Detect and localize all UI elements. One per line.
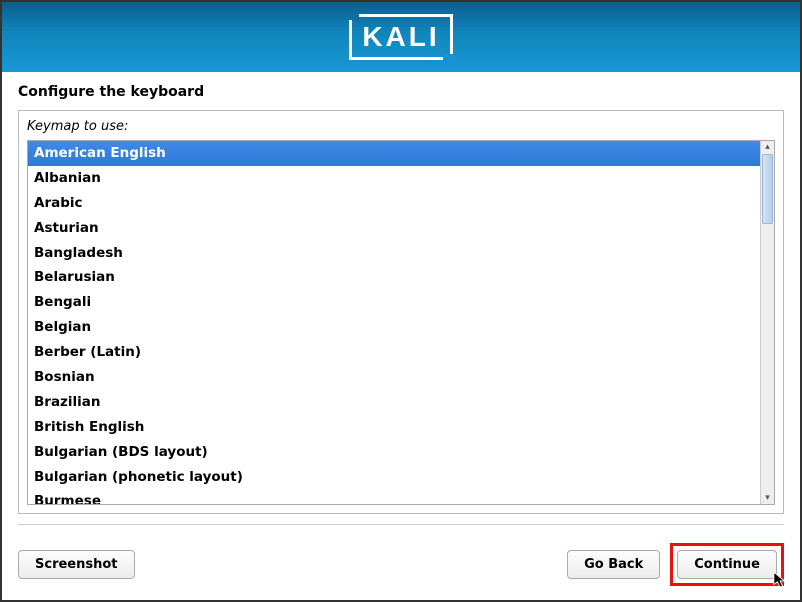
keymap-option[interactable]: Bosnian [28, 365, 760, 390]
scrollbar-thumb[interactable] [762, 154, 773, 224]
keymap-option[interactable]: Albanian [28, 166, 760, 191]
keymap-label: Keymap to use: [27, 119, 775, 134]
kali-logo: KALI [349, 14, 452, 60]
keymap-option[interactable]: Berber (Latin) [28, 340, 760, 365]
keymap-option[interactable]: Bangladesh [28, 241, 760, 266]
keymap-option[interactable]: British English [28, 415, 760, 440]
header-banner: KALI [2, 2, 800, 72]
go-back-button[interactable]: Go Back [567, 550, 660, 579]
continue-button[interactable]: Continue [677, 550, 777, 579]
main-content: Configure the keyboard Keymap to use: Am… [2, 72, 800, 543]
keymap-option[interactable]: Brazilian [28, 390, 760, 415]
keymap-list-container: American EnglishAlbanianArabicAsturianBa… [27, 140, 775, 505]
keymap-option[interactable]: Bulgarian (phonetic layout) [28, 465, 760, 490]
scroll-down-arrow[interactable]: ▾ [762, 492, 773, 504]
keymap-option[interactable]: Burmese [28, 489, 760, 504]
keymap-option[interactable]: Asturian [28, 216, 760, 241]
keymap-option[interactable]: American English [28, 141, 760, 166]
page-title: Configure the keyboard [18, 84, 784, 100]
keymap-fieldset: Keymap to use: American EnglishAlbanianA… [18, 110, 784, 514]
keymap-list[interactable]: American EnglishAlbanianArabicAsturianBa… [28, 141, 760, 504]
keymap-option[interactable]: Bengali [28, 290, 760, 315]
scrollbar[interactable]: ▴ ▾ [760, 141, 774, 504]
scroll-up-arrow[interactable]: ▴ [762, 141, 773, 153]
keymap-option[interactable]: Arabic [28, 191, 760, 216]
continue-highlight: Continue [670, 543, 784, 586]
kali-logo-text: KALI [362, 21, 439, 52]
divider [18, 524, 784, 525]
keymap-option[interactable]: Belarusian [28, 265, 760, 290]
button-bar: Screenshot Go Back Continue [2, 543, 800, 600]
screenshot-button[interactable]: Screenshot [18, 550, 135, 579]
keymap-option[interactable]: Belgian [28, 315, 760, 340]
keymap-option[interactable]: Bulgarian (BDS layout) [28, 440, 760, 465]
